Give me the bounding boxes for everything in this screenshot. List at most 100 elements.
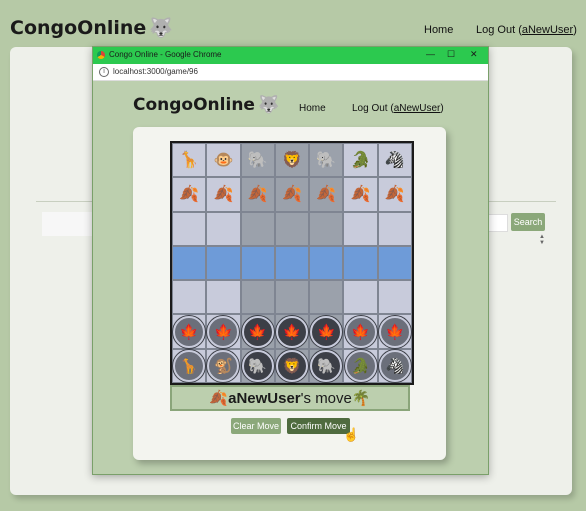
board-cell[interactable]: 🦓 <box>377 348 412 383</box>
piece-token[interactable]: 🍁 <box>310 315 343 348</box>
piece[interactable]: 🐘 <box>248 357 267 375</box>
app-logo[interactable]: CongoOnline 🐺 <box>10 16 173 39</box>
board-cell[interactable]: 🍁 <box>343 314 378 349</box>
piece[interactable]: 🦓 <box>385 150 405 170</box>
piece[interactable]: 🍂 <box>213 184 233 204</box>
confirm-move-button[interactable]: Confirm Move <box>287 418 350 434</box>
minimize-button[interactable]: — <box>426 49 435 59</box>
piece[interactable]: 🍂 <box>385 184 405 204</box>
search-button[interactable]: Search <box>511 213 545 231</box>
board-cell[interactable] <box>172 211 207 246</box>
piece[interactable]: 🐘 <box>248 150 268 170</box>
piece-token[interactable]: 🐘 <box>241 349 274 382</box>
board-cell[interactable]: 🍁 <box>172 314 207 349</box>
board-cell[interactable] <box>309 280 344 315</box>
piece[interactable]: 🦓 <box>386 357 405 375</box>
close-button[interactable]: ✕ <box>470 49 478 60</box>
board-cell[interactable]: 🦁 <box>274 348 310 383</box>
piece[interactable]: 🍂 <box>316 184 336 204</box>
piece-token[interactable]: 🐊 <box>344 349 377 382</box>
board-cell[interactable]: 🐘 <box>240 143 275 178</box>
piece-token[interactable]: 🦓 <box>378 349 411 382</box>
board-cell[interactable] <box>206 211 241 246</box>
piece[interactable]: 🦁 <box>283 357 302 375</box>
piece-token[interactable]: 🍁 <box>275 315 308 348</box>
board-cell[interactable]: 🍂 <box>343 177 378 212</box>
piece-token[interactable]: 🦁 <box>275 349 308 382</box>
board-cell[interactable] <box>240 245 275 281</box>
piece-token[interactable]: 🍁 <box>207 315 240 348</box>
board-cell[interactable]: 🍂 <box>240 177 275 212</box>
board-cell[interactable] <box>377 211 412 246</box>
board-cell[interactable]: 🍂 <box>206 177 241 212</box>
piece-token[interactable]: 🍁 <box>173 315 206 348</box>
piece[interactable]: 🍁 <box>317 323 336 341</box>
piece[interactable]: 🍂 <box>282 184 302 204</box>
board-cell[interactable]: 🍁 <box>377 314 412 349</box>
search-input[interactable] <box>486 214 508 232</box>
piece[interactable]: 🦁 <box>282 150 302 170</box>
board-cell[interactable] <box>172 280 207 315</box>
board-cell[interactable] <box>377 280 412 315</box>
board-cell[interactable] <box>309 245 344 281</box>
app-logo[interactable]: CongoOnline 🐺 <box>133 95 279 115</box>
board-cell[interactable] <box>309 211 344 246</box>
piece[interactable]: 🐊 <box>351 357 370 375</box>
nav-logout-link[interactable]: Log Out (aNewUser) <box>352 103 444 114</box>
piece[interactable]: 🦒 <box>180 357 199 375</box>
piece[interactable]: 🐘 <box>317 357 336 375</box>
window-titlebar[interactable]: Congo Online - Google Chrome — ☐ ✕ <box>93 47 488 64</box>
info-icon[interactable]: i <box>99 67 109 77</box>
piece[interactable]: 🍁 <box>351 323 370 341</box>
board-cell[interactable] <box>343 280 378 315</box>
piece[interactable]: 🍂 <box>351 184 371 204</box>
nav-logout-link[interactable]: Log Out (aNewUser) <box>476 24 577 36</box>
address-bar[interactable]: i localhost:3000/game/96 <box>93 64 488 81</box>
piece[interactable]: 🍂 <box>179 184 199 204</box>
piece-token[interactable]: 🍁 <box>241 315 274 348</box>
piece[interactable]: 🐊 <box>351 150 371 170</box>
piece[interactable]: 🍁 <box>248 323 267 341</box>
board-cell[interactable]: 🐘 <box>240 348 275 383</box>
piece-token[interactable]: 🐒 <box>207 349 240 382</box>
piece[interactable]: 🍁 <box>180 323 199 341</box>
board-cell[interactable]: 🐒 <box>206 348 241 383</box>
board-cell[interactable]: 🐵 <box>206 143 241 178</box>
board-cell[interactable]: 🍁 <box>240 314 275 349</box>
board-cell[interactable]: 🐘 <box>309 143 344 178</box>
board-cell[interactable] <box>206 280 241 315</box>
piece[interactable]: 🐵 <box>213 150 233 170</box>
piece[interactable]: 🍁 <box>283 323 302 341</box>
board-cell[interactable]: 🍂 <box>172 177 207 212</box>
url-text[interactable]: localhost:3000/game/96 <box>113 67 198 76</box>
board-cell[interactable]: 🐊 <box>343 143 378 178</box>
piece[interactable]: 🍁 <box>214 323 233 341</box>
board-cell[interactable]: 🍁 <box>274 314 310 349</box>
board-cell[interactable]: 🦁 <box>274 143 310 178</box>
clear-move-button[interactable]: Clear Move <box>231 418 281 434</box>
piece[interactable]: 🐘 <box>316 150 336 170</box>
spinner-arrows-icon[interactable]: ▲ ▼ <box>539 234 545 246</box>
board-cell[interactable]: 🍁 <box>206 314 241 349</box>
board-cell[interactable]: 🍁 <box>309 314 344 349</box>
board-cell[interactable]: 🦒 <box>172 143 207 178</box>
board-cell[interactable]: 🦒 <box>172 348 207 383</box>
board-cell[interactable] <box>274 280 310 315</box>
board-cell[interactable]: 🍂 <box>309 177 344 212</box>
board-cell[interactable] <box>377 245 412 281</box>
piece[interactable]: 🍂 <box>248 184 268 204</box>
maximize-button[interactable]: ☐ <box>447 49 455 60</box>
board-cell[interactable] <box>343 211 378 246</box>
board-cell[interactable]: 🍂 <box>377 177 412 212</box>
piece[interactable]: 🐒 <box>214 357 233 375</box>
board-cell[interactable] <box>206 245 241 281</box>
board-cell[interactable]: 🦓 <box>377 143 412 178</box>
piece-token[interactable]: 🐘 <box>310 349 343 382</box>
piece-token[interactable]: 🦒 <box>173 349 206 382</box>
piece[interactable]: 🍁 <box>386 323 405 341</box>
nav-home-link[interactable]: Home <box>424 24 453 36</box>
board-cell[interactable]: 🐘 <box>309 348 344 383</box>
board-cell[interactable] <box>240 211 275 246</box>
board-cell[interactable] <box>343 245 378 281</box>
nav-home-link[interactable]: Home <box>299 103 326 114</box>
